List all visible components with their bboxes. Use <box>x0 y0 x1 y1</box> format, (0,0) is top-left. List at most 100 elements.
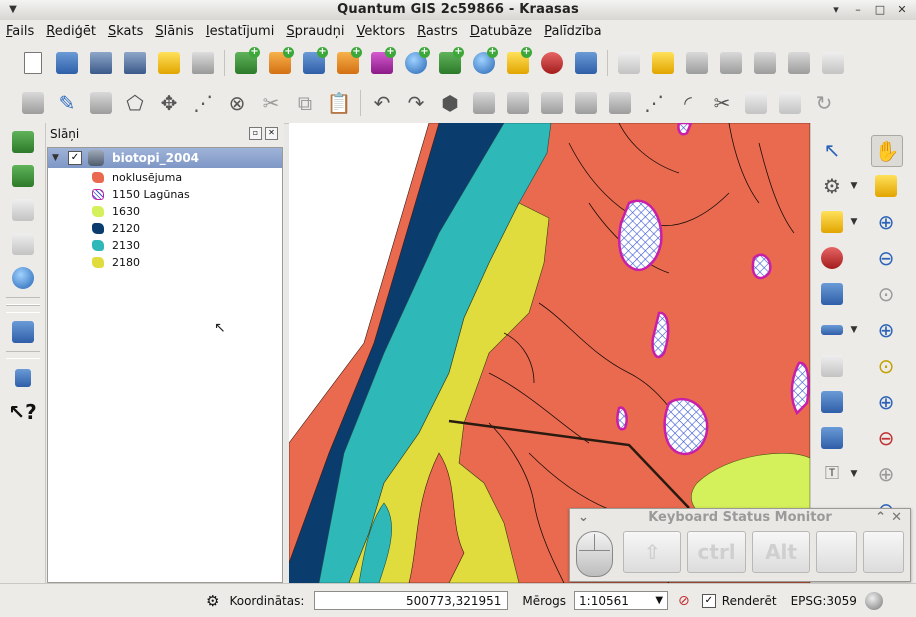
zoom-out-button[interactable]: ⊖ <box>871 243 901 273</box>
open-attribute-table-button[interactable] <box>817 279 847 309</box>
menu-raster[interactable]: Rastrs <box>417 24 458 39</box>
pan-to-selected-button[interactable] <box>871 171 901 201</box>
label-pin-button[interactable] <box>646 48 680 78</box>
add-ring-button[interactable] <box>467 88 501 118</box>
expand-icon[interactable]: ⌃ <box>875 509 886 527</box>
deselect-button[interactable] <box>817 243 847 273</box>
crs-globe-icon[interactable] <box>864 591 883 610</box>
maximize-button[interactable]: □ <box>872 2 888 18</box>
split-features-button[interactable]: ✂ <box>705 88 739 118</box>
text-annotation-button[interactable]: 🅃 <box>817 459 847 489</box>
add-wms-layer-button[interactable] <box>399 47 433 78</box>
label-change-button[interactable] <box>782 48 816 78</box>
render-checkbox[interactable]: ✓ <box>701 593 716 608</box>
offset-curve-button[interactable]: ◜ <box>671 88 705 118</box>
add-wfs-layer-button[interactable] <box>467 47 501 78</box>
menu-database[interactable]: Datubāze <box>470 24 532 39</box>
label-move-button[interactable] <box>714 48 748 78</box>
rotate-symbols-button[interactable]: ↻ <box>807 88 841 118</box>
add-postgis-layer-button[interactable] <box>297 47 331 78</box>
merge-attributes-button[interactable] <box>773 88 807 118</box>
toggle-editing-button[interactable]: ✎ <box>50 88 84 118</box>
select-features-button[interactable] <box>817 207 847 237</box>
stop-render-icon[interactable]: ⊘ <box>678 593 690 609</box>
action-button[interactable]: ⚙ <box>817 171 847 201</box>
decrease-brightness-button[interactable] <box>6 229 40 259</box>
scale-combobox[interactable]: 1:10561 ▼ <box>574 591 669 610</box>
merge-features-button[interactable] <box>739 88 773 118</box>
chevron-down-icon[interactable]: ▼ <box>655 592 667 609</box>
georeferencer-button[interactable] <box>6 263 40 293</box>
chevron-down-icon[interactable]: ▼ <box>847 469 861 479</box>
coordinate-toggle-icon[interactable]: ⚙ <box>206 592 219 610</box>
zoom-in-button[interactable]: ⊕ <box>871 207 901 237</box>
minimize-button[interactable]: ▾ <box>828 2 844 18</box>
menu-help[interactable]: Palīdzība <box>544 24 601 39</box>
collapse-icon[interactable]: ⌄ <box>578 509 589 527</box>
remove-layer-button[interactable] <box>535 48 569 78</box>
local-histogram-button[interactable] <box>6 161 40 191</box>
cut-features-button[interactable]: ✂ <box>254 88 288 118</box>
menu-layer[interactable]: Slānis <box>155 24 193 39</box>
add-wcs-layer-button[interactable] <box>433 47 467 78</box>
reshape-features-button[interactable]: ⋰ <box>637 88 671 118</box>
menu-vector[interactable]: Vektors <box>357 24 406 39</box>
copy-features-button[interactable]: ⧉ <box>288 88 322 118</box>
new-print-composer-button[interactable] <box>152 48 186 78</box>
close-button[interactable]: ✕ <box>894 2 910 18</box>
add-raster-layer-button[interactable] <box>263 47 297 78</box>
whats-this-button[interactable]: ↖? <box>6 397 40 427</box>
label-tool-button[interactable] <box>612 48 646 78</box>
zoom-to-layer-button[interactable]: ⊙ <box>871 351 901 381</box>
node-tool-button[interactable]: ⋰ <box>186 88 220 118</box>
histogram-stretch-button[interactable] <box>6 127 40 157</box>
current-edits-button[interactable] <box>16 88 50 118</box>
redo-button[interactable]: ↷ <box>399 88 433 118</box>
increase-brightness-button[interactable] <box>6 195 40 225</box>
new-shapefile-button[interactable] <box>569 48 603 78</box>
fill-ring-button[interactable] <box>535 88 569 118</box>
zoom-native-button[interactable]: ⊕ <box>871 387 901 417</box>
print-button[interactable] <box>186 48 220 78</box>
new-bookmark-button[interactable] <box>817 387 847 417</box>
menu-edit[interactable]: Rediģēt <box>46 24 96 39</box>
menu-file[interactable]: Fails <box>6 24 34 39</box>
pan-button[interactable]: ✋ <box>871 135 903 167</box>
new-project-button[interactable] <box>16 48 50 78</box>
layer-visibility-checkbox[interactable]: ✓ <box>68 151 82 165</box>
paste-features-button[interactable]: 📋 <box>322 88 356 118</box>
add-feature-button[interactable]: ⬠ <box>118 88 152 118</box>
delete-selected-button[interactable]: ⊗ <box>220 88 254 118</box>
chevron-down-icon[interactable]: ▼ <box>847 325 861 335</box>
restore-button[interactable]: – <box>850 2 866 18</box>
panel-float-button[interactable]: ▫ <box>249 127 262 140</box>
add-delimited-text-button[interactable] <box>501 47 535 78</box>
help-contents-button[interactable] <box>6 363 40 393</box>
save-as-button[interactable] <box>118 48 152 78</box>
add-spatialite-layer-button[interactable] <box>331 47 365 78</box>
save-edits-button[interactable] <box>84 88 118 118</box>
chevron-down-icon[interactable]: ▼ <box>847 181 861 191</box>
move-feature-button[interactable]: ✥ <box>152 88 186 118</box>
menu-view[interactable]: Skats <box>108 24 143 39</box>
add-part-button[interactable] <box>501 88 535 118</box>
save-project-button[interactable] <box>84 48 118 78</box>
zoom-last-button[interactable]: ⊖ <box>871 423 901 453</box>
add-vector-layer-button[interactable] <box>229 47 263 78</box>
zoom-next-button[interactable]: ⊕ <box>871 459 901 489</box>
coordinate-field[interactable]: 500773,321951 <box>314 591 509 610</box>
label-rotate-button[interactable] <box>748 48 782 78</box>
menu-plugins[interactable]: Spraudņi <box>286 24 344 39</box>
chevron-down-icon[interactable]: ▼ <box>847 217 861 227</box>
crs-label[interactable]: EPSG:3059 <box>791 594 857 608</box>
open-project-button[interactable] <box>50 48 84 78</box>
db-manager-button[interactable] <box>6 317 40 347</box>
menu-settings[interactable]: Iestatījumi <box>206 24 275 39</box>
show-bookmarks-button[interactable] <box>817 423 847 453</box>
delete-ring-button[interactable] <box>569 88 603 118</box>
layer-row[interactable]: ▼ ✓ biotopi_2004 <box>48 148 282 168</box>
label-edit-button[interactable] <box>816 48 850 78</box>
simplify-feature-button[interactable]: ⬢ <box>433 88 467 118</box>
kbd-close-icon[interactable]: ✕ <box>891 509 902 527</box>
map-tips-button[interactable] <box>817 351 847 381</box>
